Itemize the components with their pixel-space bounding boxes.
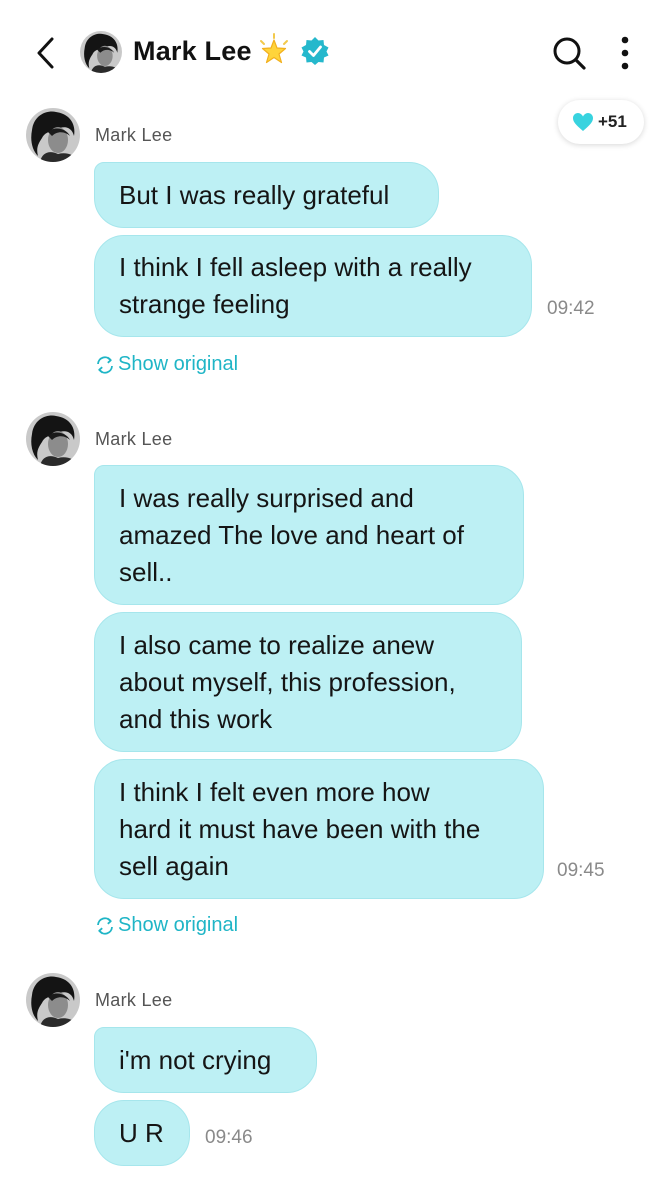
message-text: U R	[119, 1117, 164, 1148]
sender-avatar[interactable]	[26, 973, 80, 1027]
header-avatar[interactable]	[80, 31, 122, 73]
search-icon	[553, 37, 586, 70]
sender-avatar[interactable]	[26, 108, 80, 162]
like-count: +51	[598, 112, 627, 131]
verified-badge-icon	[301, 37, 329, 65]
message-text: i'm not crying	[119, 1044, 272, 1075]
message-timestamp: 09:42	[547, 298, 595, 319]
message-bubble[interactable]: I was really surprised and amazed The lo…	[94, 465, 524, 605]
message-bubble[interactable]: I think I felt even more how hard it mus…	[94, 759, 544, 899]
message-text: I also came to realize anew about myself…	[119, 629, 456, 734]
sender-name: Mark Lee	[95, 990, 173, 1010]
message-text: I was really surprised and amazed The lo…	[119, 482, 464, 587]
search-button[interactable]	[549, 33, 589, 73]
heart-icon	[573, 113, 593, 131]
message-bubble[interactable]: I also came to realize anew about myself…	[94, 612, 522, 752]
more-options-button[interactable]	[612, 33, 638, 73]
like-counter-button[interactable]: +51	[558, 100, 644, 144]
message-timestamp: 09:46	[205, 1127, 253, 1148]
show-original-label: Show original	[118, 914, 239, 936]
chat-title: Mark Lee	[133, 36, 252, 66]
chat-header: Mark Lee	[0, 0, 663, 100]
sender-avatar[interactable]	[26, 412, 80, 466]
message-bubble[interactable]: I think I fell asleep with a really stra…	[94, 235, 532, 337]
translate-icon	[97, 355, 113, 374]
message-bubble[interactable]: U R	[94, 1100, 190, 1166]
star-icon	[260, 33, 288, 64]
more-vertical-icon	[621, 36, 629, 70]
sender-name: Mark Lee	[95, 125, 173, 145]
back-button[interactable]	[30, 33, 66, 73]
message-text: I think I fell asleep with a really stra…	[119, 252, 472, 319]
message-bubble[interactable]: i'm not crying	[94, 1027, 317, 1093]
message-timestamp: 09:45	[557, 860, 605, 881]
sender-name: Mark Lee	[95, 429, 173, 449]
message-bubble[interactable]: But I was really grateful	[94, 162, 439, 228]
chevron-left-icon	[37, 37, 54, 69]
show-original-link[interactable]: Show original	[95, 914, 238, 937]
translate-icon	[97, 916, 113, 935]
message-text: But I was really grateful	[119, 179, 390, 210]
message-text: I think I felt even more how hard it mus…	[119, 776, 481, 881]
show-original-label: Show original	[118, 353, 239, 375]
show-original-link[interactable]: Show original	[95, 353, 238, 376]
